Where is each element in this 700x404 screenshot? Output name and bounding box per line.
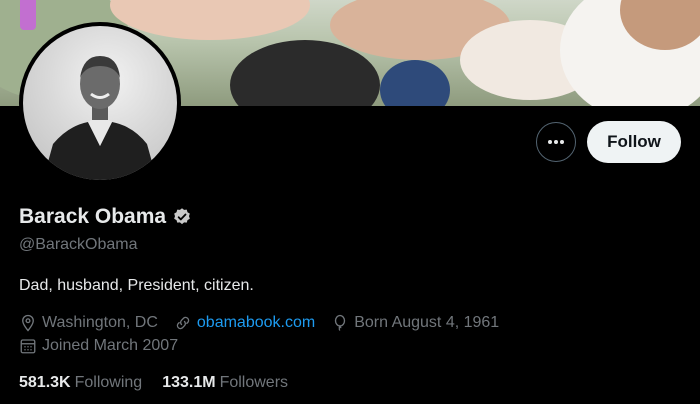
website-link[interactable]: obamabook.com	[197, 314, 315, 332]
link-icon	[174, 314, 192, 332]
following-label: Following	[74, 374, 143, 391]
birthday-text: Born August 4, 1961	[354, 314, 500, 331]
followers-label: Followers	[219, 374, 289, 391]
followers-count: 133.1M	[162, 374, 216, 391]
website-item[interactable]: obamabook.com	[174, 314, 315, 332]
more-options-button[interactable]	[536, 122, 576, 162]
follow-stats: 581.3K Following 133.1M Followers	[19, 374, 288, 392]
location-text: Washington, DC	[42, 314, 158, 331]
avatar-photo	[23, 26, 177, 180]
location-pin-icon	[19, 314, 37, 332]
following-count: 581.3K	[19, 374, 71, 391]
birthday-item: Born August 4, 1961	[331, 314, 499, 332]
follow-button[interactable]: Follow	[587, 121, 681, 163]
joined-item: Joined March 2007	[19, 337, 178, 355]
verified-badge-icon	[172, 207, 192, 227]
profile-avatar[interactable]	[19, 22, 181, 184]
profile-meta-row: Washington, DC obamabook.com Born August…	[19, 314, 515, 332]
profile-meta-row-2: Joined March 2007	[19, 337, 194, 355]
banner-shape	[20, 0, 36, 30]
follow-button-label: Follow	[607, 132, 661, 151]
following-link[interactable]: 581.3K Following	[19, 374, 142, 392]
followers-link[interactable]: 133.1M Followers	[162, 374, 288, 392]
profile-bio: Dad, husband, President, citizen.	[19, 277, 254, 294]
calendar-icon	[19, 337, 37, 355]
balloon-icon	[331, 314, 349, 332]
profile-handle: @BarackObama	[19, 236, 138, 253]
profile-display-name: Barack Obama	[19, 205, 167, 228]
joined-text: Joined March 2007	[42, 337, 179, 354]
location-item: Washington, DC	[19, 314, 158, 332]
profile-name: Barack Obama	[19, 205, 192, 229]
banner-shape	[380, 60, 450, 106]
more-icon	[547, 139, 565, 145]
